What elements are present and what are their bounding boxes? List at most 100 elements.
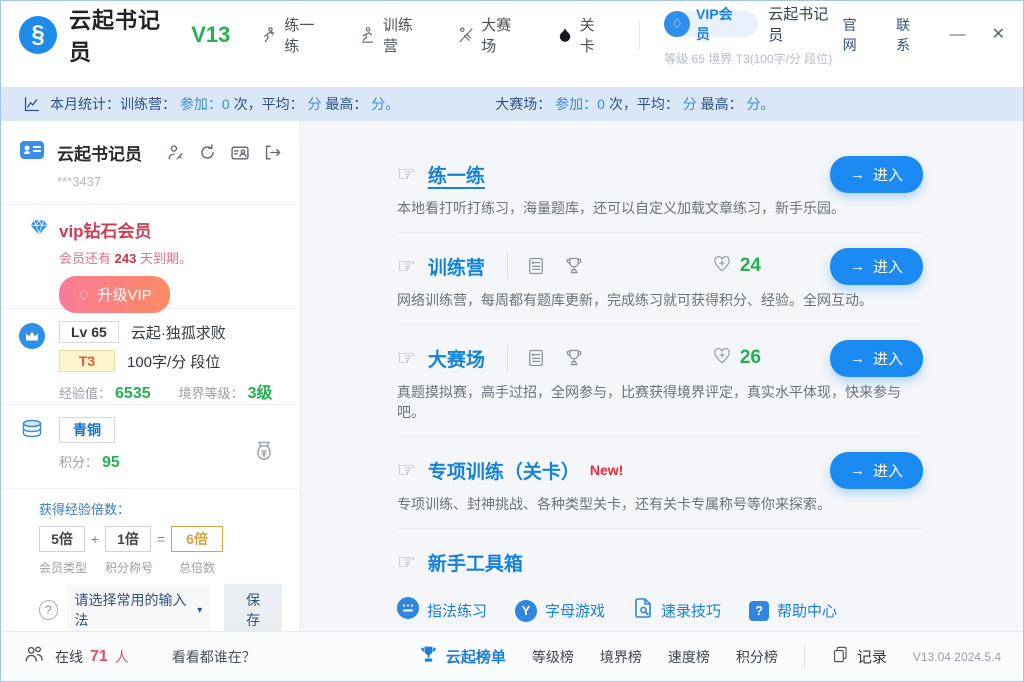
ime-select[interactable]: 请选择常用的输入法 ▾ [67, 585, 211, 631]
heart-plus-icon [712, 346, 732, 371]
ime-select-value: 请选择常用的输入法 [75, 590, 190, 630]
question-bank-icon[interactable] [526, 256, 546, 276]
diamond-outline-icon: ♢ [77, 286, 90, 304]
tool-letter-game[interactable]: Y 字母游戏 [515, 600, 605, 622]
special-training-row: ☞ 专项训练（关卡） New! → 进入 专项训练、封神挑战、各种类型关卡，还有… [397, 437, 923, 529]
edit-profile-icon[interactable] [166, 143, 185, 162]
exp-label: 经验值： [59, 383, 111, 402]
who-online-link[interactable]: 看看都谁在？ [172, 647, 256, 667]
nav-practice-label: 练一练 [284, 14, 328, 56]
practice-enter-button[interactable]: → 进入 [830, 156, 923, 193]
question-bank-icon[interactable] [526, 348, 546, 368]
nav-arena[interactable]: 大赛场 [457, 14, 525, 56]
special-training-enter-button[interactable]: → 进入 [830, 452, 923, 489]
upgrade-vip-button[interactable]: ♢ 升级VIP [59, 276, 170, 313]
nav-arena-label: 大赛场 [481, 14, 525, 56]
arena-like-count: 26 [740, 347, 761, 369]
level-badge: Lv 65 [59, 321, 119, 343]
arena-stats: 大赛场： 参加：0 次，平均： 分 最高： 分。 [495, 94, 774, 114]
vip-diamond-icon [29, 217, 49, 242]
vip-expire-prefix: 会员还有 [59, 251, 115, 266]
main-panel: ☞ 练一练 → 进入 本地看打听打练习，海量题库，还可以自定义加载文章练习，新手… [301, 121, 1023, 631]
special-training-desc: 专项训练、封神挑战、各种类型关卡，还有关卡专属称号等你来探索。 [397, 494, 923, 514]
logout-icon[interactable] [263, 143, 282, 162]
nav-practice[interactable]: 练一练 [260, 14, 328, 56]
bonus-multiplier-box: 1倍 [105, 526, 151, 552]
realm-label: 境界等级： [179, 383, 244, 402]
trophy-icon[interactable] [564, 348, 584, 368]
chevron-down-icon: ▾ [197, 605, 202, 616]
rank-level-link[interactable]: 等级榜 [532, 647, 574, 667]
leaderboard-home[interactable]: 云起榜单 [419, 645, 506, 669]
header-divider [639, 20, 640, 50]
online-label: 在线 [55, 647, 83, 667]
camp-like-count: 24 [740, 255, 761, 277]
records-label: 记录 [857, 646, 887, 667]
contact-link[interactable]: 联系 [896, 15, 923, 55]
equals-sign: = [151, 531, 171, 547]
records-icon [831, 645, 850, 669]
arena-desc: 真题摸拟赛，高手过招，全网参与，比赛获得境界评定，真实水平体现，快来参与吧。 [397, 382, 923, 422]
online-count: 71 [90, 648, 108, 666]
camp-likes[interactable]: 24 [712, 254, 761, 279]
title-bar: § 云起书记员 V13 练一练 训练营 [1, 1, 1023, 87]
arena-enter-button[interactable]: → 进入 [830, 340, 923, 377]
id-card-icon [19, 137, 45, 168]
tool-label: 指法练习 [427, 600, 487, 621]
total-multiplier-label: 总倍数 [171, 559, 223, 576]
close-button[interactable]: ✕ [992, 27, 1005, 43]
tool-finger-practice[interactable]: 指法练习 [397, 597, 487, 624]
pointing-hand-icon: ☞ [397, 460, 416, 481]
tool-steno-tips[interactable]: 速录技巧 [633, 597, 721, 624]
ime-section: ? 请选择常用的输入法 ▾ 保存 [1, 589, 300, 629]
vip-expire-suffix: 天到期。 [136, 251, 192, 266]
tool-label: 字母游戏 [545, 600, 605, 621]
vip-badge[interactable]: ♢ VIP会员 [664, 11, 758, 37]
question-mark-icon: ? [749, 601, 769, 621]
arena-title[interactable]: 大赛场 [428, 345, 485, 372]
points-rank-badge: 青铜 [59, 417, 115, 443]
username[interactable]: 云起书记员 [768, 3, 842, 45]
sidebar: 云起书记员 [1, 121, 301, 631]
online-unit: 人 [115, 647, 129, 667]
nav-camp[interactable]: 训练营 [359, 14, 427, 56]
new-badge: New! [590, 462, 623, 478]
arena-icon [457, 26, 475, 44]
chart-icon [23, 96, 40, 113]
practice-row: ☞ 练一练 → 进入 本地看打听打练习，海量题库，还可以自定义加载文章练习，新手… [397, 141, 923, 233]
help-icon[interactable]: ? [39, 600, 58, 620]
multiplier-title: 获得经验倍数： [39, 499, 282, 518]
tool-help-center[interactable]: ? 帮助中心 [749, 600, 837, 621]
official-site-link[interactable]: 官网 [843, 15, 870, 55]
app-name: 云起书记员 [69, 3, 183, 67]
stats-text: 分。 [747, 96, 775, 112]
camp-title[interactable]: 训练营 [428, 253, 485, 280]
heart-plus-icon [712, 254, 732, 279]
practice-title[interactable]: 练一练 [428, 161, 485, 188]
rank-points-link[interactable]: 积分榜 [736, 647, 778, 667]
camp-enter-button[interactable]: → 进入 [830, 248, 923, 285]
monthly-stats-bar: 本月统计：训练营： 参加：0 次，平均： 分 最高： 分。 大赛场： 参加：0 … [1, 87, 1023, 121]
profile-section: 云起书记员 [1, 121, 300, 205]
trophy-icon[interactable] [564, 256, 584, 276]
status-bar: 在线 71 人 看看都谁在？ 云起榜单 等级榜 境界榜 速度榜 积分榜 记录 [1, 631, 1023, 681]
rank-speed-link[interactable]: 速度榜 [668, 647, 710, 667]
records-link[interactable]: 记录 [831, 645, 887, 669]
refresh-icon[interactable] [198, 143, 217, 162]
stats-text: 参加：0 [180, 96, 230, 112]
keyboard-icon [397, 597, 419, 624]
arena-likes[interactable]: 26 [712, 346, 761, 371]
nav-levels[interactable]: 关 卡 [556, 14, 614, 56]
points-label: 积分： [59, 452, 98, 471]
minimize-button[interactable]: — [950, 27, 966, 43]
stats-text: 参加：0 [555, 96, 605, 112]
special-training-title[interactable]: 专项训练（关卡） [428, 457, 580, 484]
contact-card-icon[interactable] [230, 143, 250, 163]
arrow-right-icon: → [850, 350, 865, 367]
nav-levels-label: 关 卡 [580, 14, 614, 56]
rank-realm-link[interactable]: 境界榜 [600, 647, 642, 667]
vip-section: vip钻石会员 会员还有 243 天到期。 ♢ 升级VIP [1, 205, 300, 309]
money-bag-icon[interactable] [252, 439, 276, 468]
stats-text: 次，平均： [605, 96, 683, 112]
save-button[interactable]: 保存 [224, 584, 282, 631]
